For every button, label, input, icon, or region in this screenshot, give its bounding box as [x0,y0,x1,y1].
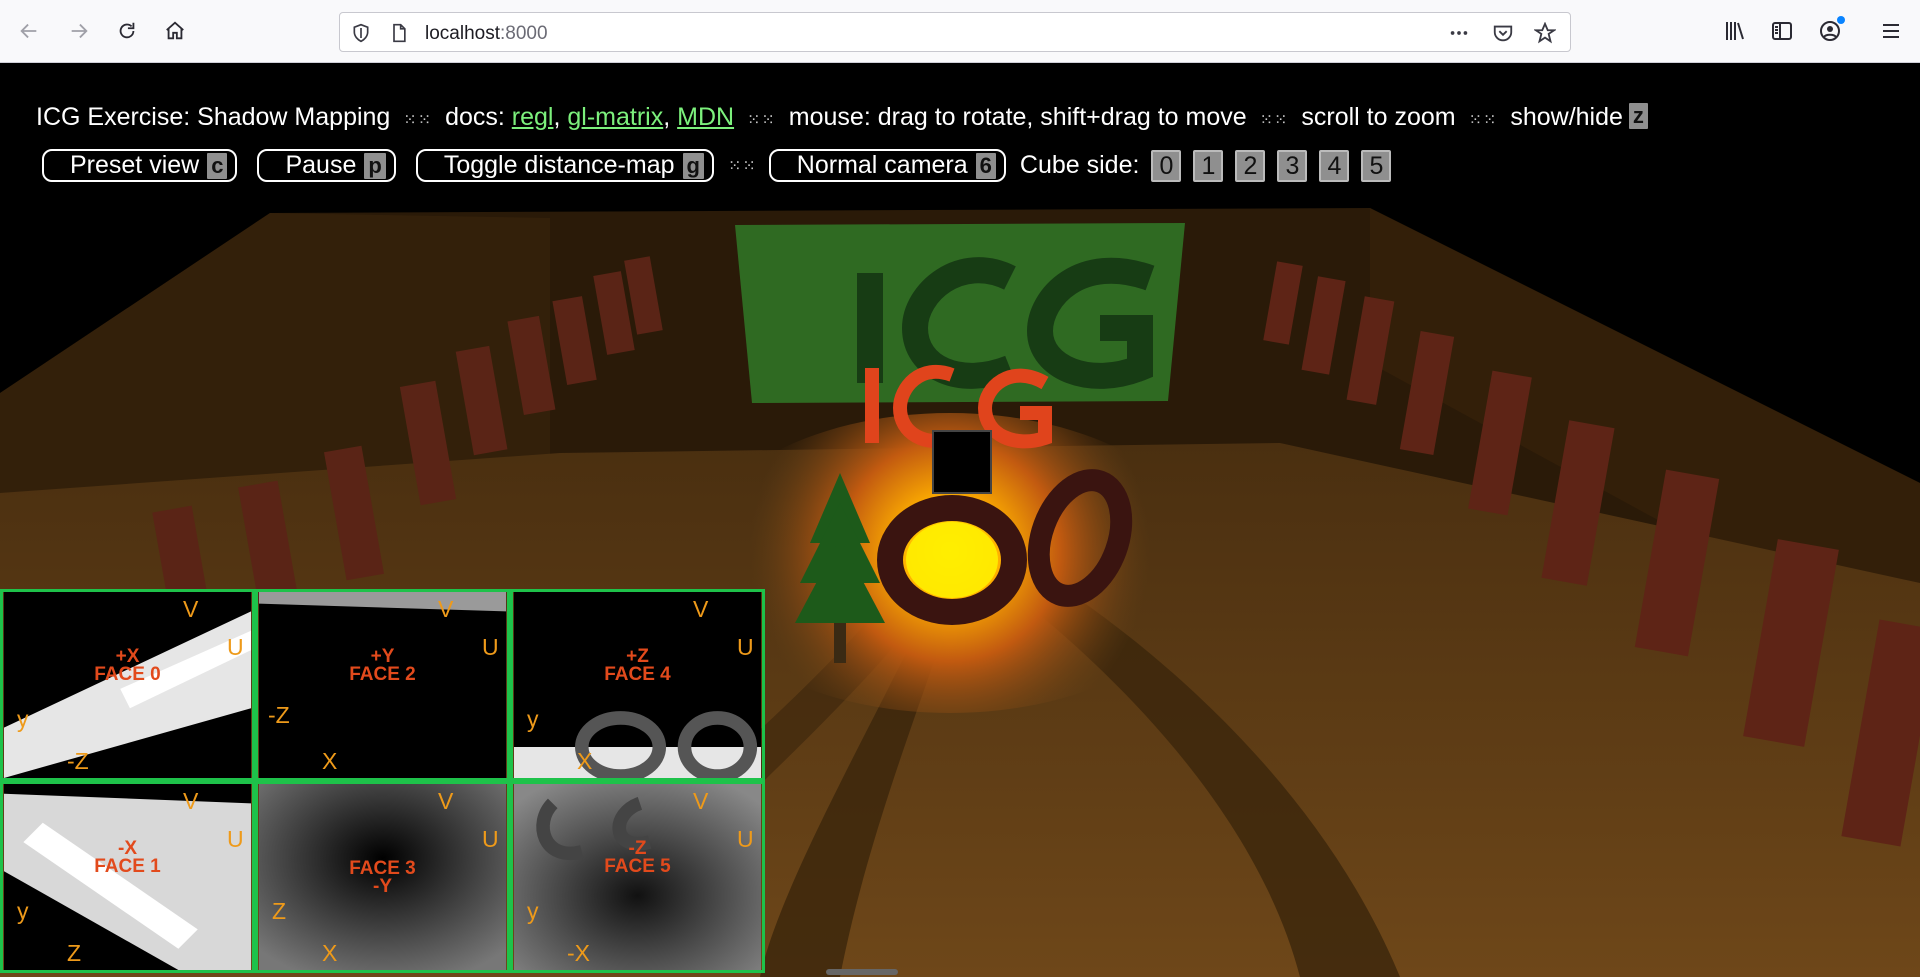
library-icon[interactable] [1718,14,1752,48]
right-axis-label: -Z [67,748,89,774]
right-axis-label: X [577,748,593,774]
doc-link-gl-matrix[interactable]: gl-matrix [567,103,663,131]
v-axis-label: V [693,596,709,622]
cubemap-faces: +X FACE 0 V U y -Z +Y FACE 2 V U -Z X +Z FA… [0,589,770,977]
face-panel[interactable]: -X FACE 1 V U y Z [0,781,255,973]
camera-button[interactable]: Normal camera 6 [768,149,1006,182]
back-icon[interactable] [10,12,48,50]
url-text[interactable]: localhost:8000 [425,23,548,45]
face-panel[interactable]: +Y FACE 2 V U -Z X [255,589,510,781]
showhide-key[interactable]: z [1628,103,1648,129]
cube-side-button-3[interactable]: 3 [1277,149,1308,182]
horizontal-scrollbar[interactable] [826,969,898,975]
separator: ⁙⁙ [727,157,757,175]
right-axis-label: X [322,748,338,774]
camera-label: Normal camera [796,151,968,179]
u-axis-label: U [482,634,499,660]
right-axis-label: -X [567,940,590,966]
browser-toolbar: localhost:8000 [0,0,1920,63]
face-title: -Y [373,876,392,897]
separator: ⁙⁙ [1468,112,1498,129]
up-axis-label: y [527,706,539,732]
u-axis-label: U [227,634,244,660]
separator: ⁙⁙ [1259,112,1289,129]
v-axis-label: V [183,596,199,622]
v-axis-label: V [438,596,454,622]
mouse-help: mouse: drag to rotate, shift+drag to mov… [788,103,1247,131]
sidebar-icon[interactable] [1765,14,1799,48]
v-axis-label: V [693,788,709,814]
webgl-page: ICG Exercise: Shadow Mapping ⁙⁙ docs: re… [0,63,1920,977]
u-axis-label: U [482,826,499,852]
camera-key: 6 [975,152,996,179]
notification-dot [1837,16,1845,24]
cube-side-button-5[interactable]: 5 [1361,149,1392,182]
preset-view-button[interactable]: Preset view c [42,149,238,182]
face-name: FACE 0 [94,664,161,685]
pause-button[interactable]: Pause p [257,149,396,182]
page-icon [388,22,410,44]
mini-panel [932,430,992,494]
cube-side-button-4[interactable]: 4 [1319,149,1350,182]
star-icon[interactable] [1534,22,1556,44]
face-name: FACE 4 [604,664,671,685]
toggle-map-label: Toggle distance-map [443,151,675,179]
v-axis-label: V [183,788,199,814]
doc-link-mdn[interactable]: MDN [677,103,734,131]
right-axis-label: Z [67,940,82,966]
forward-icon[interactable] [60,12,98,50]
toggle-distance-map-button[interactable]: Toggle distance-map g [415,149,714,182]
shield-icon[interactable] [350,22,372,44]
u-axis-label: U [227,826,244,852]
help-overlay: ICG Exercise: Shadow Mapping ⁙⁙ docs: re… [36,101,1648,137]
up-axis-label: -Z [268,702,290,728]
showhide-label: show/hide [1510,103,1623,131]
separator: ⁙⁙ [403,112,433,129]
account-icon[interactable] [1813,14,1847,48]
u-axis-label: U [737,826,754,852]
up-axis-label: y [17,706,29,732]
up-axis-label: y [527,898,539,924]
cube-side-button-2[interactable]: 2 [1235,149,1266,182]
home-icon[interactable] [156,12,194,50]
cube-side-label: Cube side: [1019,151,1140,179]
url-bar[interactable]: localhost:8000 [339,12,1571,52]
controls-row: Preset view c Pause p Toggle distance-map g… [42,149,1403,182]
menu-icon[interactable] [1874,14,1908,48]
preset-view-key: c [207,152,228,179]
preset-view-label: Preset view [70,151,200,179]
face-name: FACE 1 [94,856,161,877]
pocket-icon[interactable] [1492,22,1514,44]
face-panel[interactable]: FACE 3 -Y V U Z X [255,781,510,973]
face-panel[interactable]: +Z FACE 4 V U y X [510,589,765,781]
pause-label: Pause [285,151,357,179]
face-panel[interactable]: +X FACE 0 V U y -Z [0,589,255,781]
cube-side-button-1[interactable]: 1 [1193,149,1224,182]
cube-side-button-0[interactable]: 0 [1151,149,1182,182]
toggle-map-key: g [682,152,704,179]
pause-key: p [364,152,386,179]
separator: ⁙⁙ [747,112,776,129]
scroll-help: scroll to zoom [1301,103,1456,131]
face-name: FACE 2 [349,664,416,685]
page-title: ICG Exercise: Shadow Mapping [36,103,391,131]
up-axis-label: Z [272,898,287,924]
docs-label: docs: [445,103,505,131]
more-icon[interactable] [1448,22,1470,44]
doc-link-regl[interactable]: regl [512,103,554,131]
face-name: FACE 5 [604,856,671,877]
up-axis-label: y [17,898,29,924]
face-panel[interactable]: -Z FACE 5 V U y -X [510,781,765,973]
right-axis-label: X [322,940,338,966]
u-axis-label: U [737,634,754,660]
v-axis-label: V [438,788,454,814]
reload-icon[interactable] [108,12,146,50]
